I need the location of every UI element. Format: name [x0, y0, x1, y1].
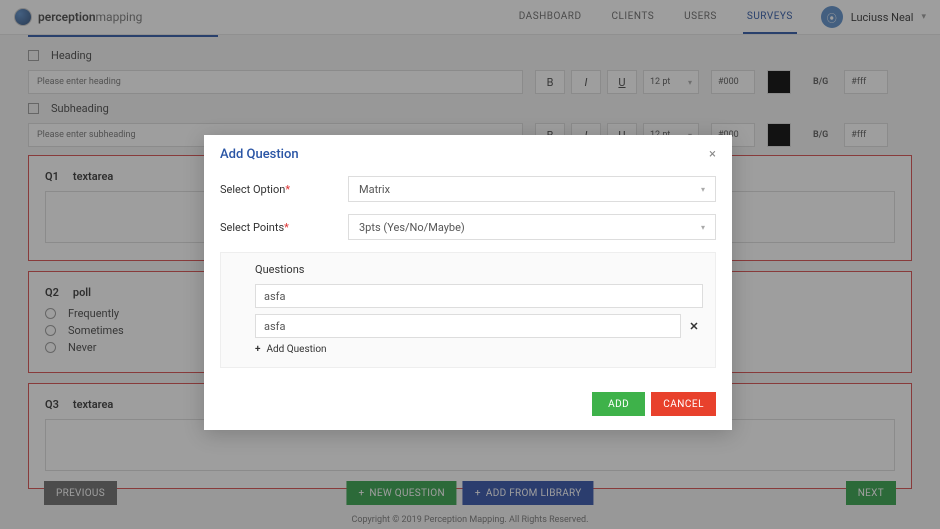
chevron-down-icon: ▾ — [701, 223, 705, 232]
plus-icon: + — [255, 344, 261, 355]
add-question-link[interactable]: +Add Question — [255, 344, 703, 355]
select-points-label: Select Points* — [220, 221, 348, 234]
add-button[interactable]: ADD — [592, 392, 645, 416]
matrix-question-input-2[interactable] — [255, 314, 681, 338]
remove-question-icon[interactable]: ✕ — [685, 320, 703, 333]
cancel-button[interactable]: CANCEL — [651, 392, 716, 416]
select-points-dropdown[interactable]: 3pts (Yes/No/Maybe)▾ — [348, 214, 716, 240]
chevron-down-icon: ▾ — [701, 185, 705, 194]
add-question-modal: Add Question × Select Option* Matrix▾ Se… — [204, 135, 732, 430]
questions-header: Questions — [255, 263, 703, 276]
questions-sublist: Questions ✕ +Add Question — [220, 252, 716, 368]
modal-title: Add Question — [220, 147, 299, 162]
matrix-question-input-1[interactable] — [255, 284, 703, 308]
close-icon[interactable]: × — [709, 147, 716, 162]
select-option-label: Select Option* — [220, 183, 348, 196]
select-option-dropdown[interactable]: Matrix▾ — [348, 176, 716, 202]
